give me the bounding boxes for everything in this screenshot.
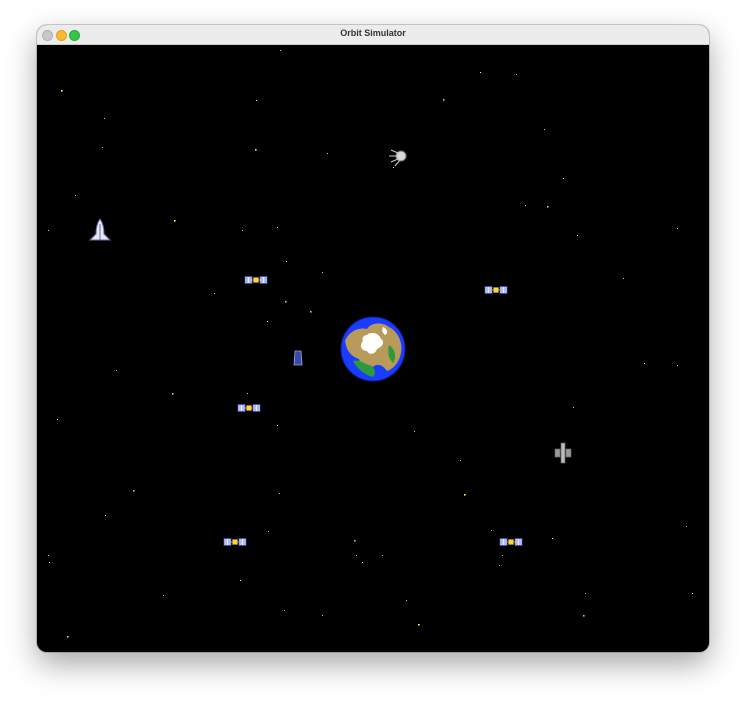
star: [563, 178, 564, 179]
app-window: Orbit Simulator: [37, 25, 709, 652]
star: [414, 431, 415, 432]
star: [102, 147, 103, 148]
satellite-icon[interactable]: [484, 286, 508, 294]
orbit-canvas[interactable]: [37, 45, 709, 652]
star: [686, 526, 687, 527]
star: [48, 555, 49, 556]
star: [516, 74, 517, 75]
capsule-icon[interactable]: [293, 350, 303, 366]
star: [480, 72, 481, 73]
star: [255, 149, 257, 151]
star: [240, 580, 241, 581]
star: [573, 407, 574, 408]
star: [356, 555, 357, 556]
star: [61, 90, 63, 92]
star: [623, 278, 624, 279]
star: [49, 562, 50, 563]
star: [464, 494, 466, 496]
space-shuttle-icon[interactable]: [88, 218, 112, 241]
star: [327, 153, 328, 154]
star: [116, 370, 117, 371]
star: [418, 624, 420, 626]
star: [585, 593, 586, 594]
star: [362, 562, 363, 563]
star: [105, 515, 106, 516]
star: [280, 50, 281, 51]
star: [133, 490, 135, 492]
star: [268, 531, 269, 532]
star: [393, 167, 394, 168]
star: [267, 321, 268, 322]
star: [577, 235, 578, 236]
star: [163, 595, 164, 596]
star: [285, 301, 287, 303]
star: [75, 195, 76, 196]
star: [247, 393, 248, 394]
star: [322, 272, 323, 273]
satellite-icon[interactable]: [223, 538, 247, 546]
star: [491, 530, 492, 531]
star: [67, 636, 69, 638]
scene-svg: [48, 50, 693, 638]
star: [322, 615, 323, 616]
star: [172, 393, 174, 395]
star: [460, 460, 461, 461]
star: [286, 261, 287, 262]
star: [525, 205, 526, 206]
satellite-icon[interactable]: [499, 538, 523, 546]
satellite-icon[interactable]: [244, 276, 268, 284]
star: [583, 615, 585, 617]
earth-icon[interactable]: [340, 316, 406, 382]
star: [692, 593, 693, 594]
star: [277, 227, 278, 228]
star: [277, 425, 278, 426]
star: [354, 540, 356, 542]
star: [256, 100, 257, 101]
satellite-icon[interactable]: [237, 404, 261, 412]
star: [547, 206, 549, 208]
star: [499, 565, 500, 566]
star: [242, 230, 243, 231]
star: [214, 293, 215, 294]
star: [443, 99, 445, 101]
star: [544, 129, 545, 130]
window-title: Orbit Simulator: [340, 28, 406, 38]
star: [104, 118, 105, 119]
star: [677, 365, 678, 366]
star: [677, 228, 678, 229]
star: [284, 610, 285, 611]
star: [502, 555, 503, 556]
star: [48, 230, 49, 231]
star: [644, 363, 645, 364]
star: [382, 555, 383, 556]
star: [174, 220, 176, 222]
star: [552, 538, 553, 539]
star: [279, 493, 280, 494]
sputnik-icon[interactable]: [389, 149, 407, 167]
space-station-icon[interactable]: [554, 442, 572, 464]
star: [310, 311, 312, 313]
star: [406, 600, 407, 601]
title-bar[interactable]: Orbit Simulator: [37, 25, 709, 45]
star: [57, 419, 58, 420]
